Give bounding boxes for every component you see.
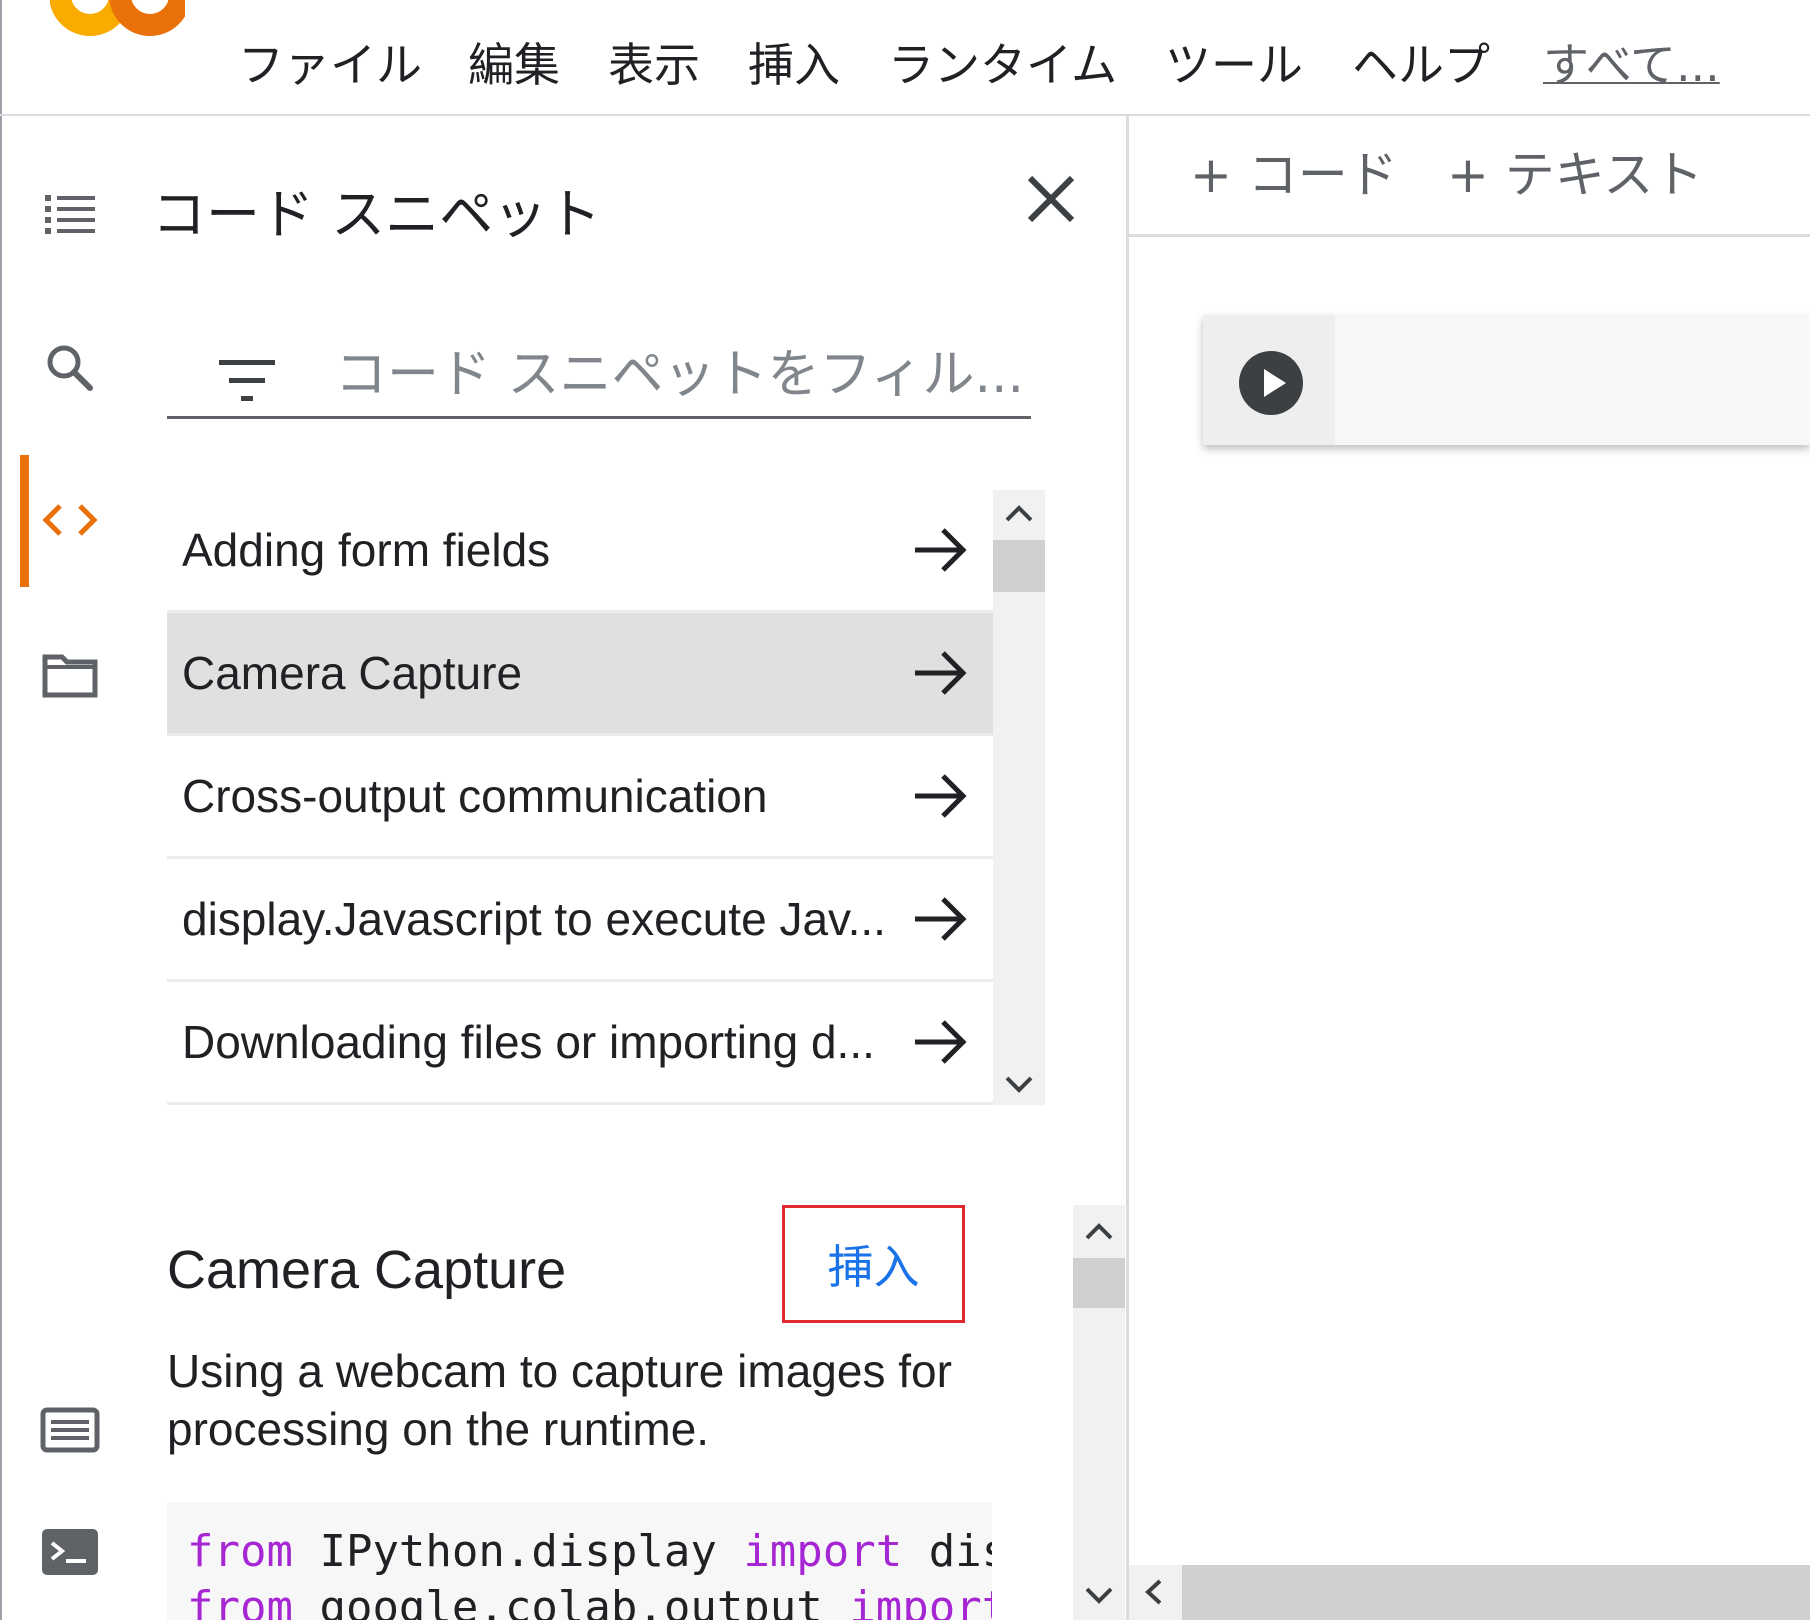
run-cell-icon[interactable] [1238, 350, 1304, 416]
colab-logo[interactable] [50, 0, 185, 40]
snippet-item-label: Camera Capture [182, 647, 523, 699]
menubar-divider [0, 114, 1810, 116]
toolbar-divider [1129, 234, 1810, 237]
snippet-code-block: from IPython.display import display from… [167, 1502, 992, 1620]
snippet-detail-title: Camera Capture [167, 1240, 567, 1300]
chevron-up-icon[interactable] [1001, 502, 1037, 526]
arrow-right-icon [915, 897, 967, 941]
menu-file[interactable]: ファイル [238, 35, 422, 95]
terminal-icon[interactable] [40, 1522, 100, 1582]
snippet-item-camera-capture[interactable]: Camera Capture [167, 613, 993, 736]
snippet-item-label: Adding form fields [182, 524, 551, 576]
add-code-cell-button[interactable]: + コード [1190, 140, 1398, 210]
snippet-item-label: Downloading files or importing d... [182, 1016, 875, 1068]
code-module: IPython.display [292, 1526, 744, 1577]
window-left-edge [0, 0, 2, 1620]
code-keyword: from [187, 1582, 293, 1620]
chevron-up-icon[interactable] [1081, 1220, 1117, 1244]
snippet-filter-input[interactable] [335, 337, 1025, 413]
code-line: from google.colab.output import eval_js [187, 1580, 992, 1620]
snippet-description: Using a webcam to capture images for pro… [167, 1345, 952, 1455]
filter-underline [167, 416, 1031, 419]
snippet-list-scrollbar-thumb[interactable] [993, 540, 1045, 592]
snippet-item-cross-output-communication[interactable]: Cross-output communication [167, 736, 993, 859]
menu-edit[interactable]: 編集 [468, 35, 560, 95]
snippet-item-downloading-files[interactable]: Downloading files or importing d... [167, 982, 993, 1105]
menu-insert[interactable]: 挿入 [748, 35, 840, 95]
arrow-right-icon [915, 528, 967, 572]
panel-title: コード スニペット [152, 183, 602, 246]
rail-active-indicator [20, 455, 29, 587]
snippet-item-label: Cross-output communication [182, 770, 768, 822]
panel-divider[interactable] [1126, 116, 1129, 1620]
snippet-item-adding-form-fields[interactable]: Adding form fields [167, 490, 993, 613]
arrow-right-icon [915, 651, 967, 695]
insert-snippet-button[interactable]: 挿入 [782, 1205, 965, 1323]
detail-scrollbar-thumb[interactable] [1073, 1258, 1125, 1308]
code-keyword: import [849, 1582, 992, 1620]
code-snippets-icon[interactable] [40, 490, 100, 550]
arrow-right-icon [915, 774, 967, 818]
code-line: from IPython.display import display [187, 1524, 992, 1580]
menu-all-changes-saved[interactable]: すべて... [1543, 35, 1720, 95]
menu-view[interactable]: 表示 [608, 35, 700, 95]
code-keyword: import [743, 1526, 903, 1577]
add-text-cell-button[interactable]: + テキスト [1447, 140, 1703, 210]
folder-icon[interactable] [40, 645, 100, 705]
snippet-list: Adding form fields Camera Capture Cross-… [167, 490, 993, 1105]
close-panel-icon[interactable] [1020, 168, 1082, 230]
arrow-right-icon [915, 1020, 967, 1064]
code-module: google.colab.output [292, 1582, 850, 1620]
search-icon[interactable] [40, 338, 100, 398]
chevron-left-icon[interactable] [1140, 1577, 1170, 1607]
chevron-down-icon[interactable] [1001, 1072, 1037, 1096]
table-of-contents-icon[interactable] [40, 183, 100, 243]
code-name: display [928, 1526, 992, 1577]
menu-tools[interactable]: ツール [1165, 35, 1303, 95]
snippet-item-display-javascript[interactable]: display.Javascript to execute Jav... [167, 859, 993, 982]
notebook-horizontal-scrollbar-thumb[interactable] [1182, 1565, 1810, 1620]
menu-help[interactable]: ヘルプ [1352, 35, 1490, 95]
chevron-down-icon[interactable] [1081, 1583, 1117, 1607]
menu-runtime[interactable]: ランタイム [888, 35, 1117, 95]
command-palette-icon[interactable] [40, 1400, 100, 1460]
snippet-item-label: display.Javascript to execute Jav... [182, 893, 886, 945]
code-keyword: from [187, 1526, 293, 1577]
filter-icon [219, 360, 275, 401]
